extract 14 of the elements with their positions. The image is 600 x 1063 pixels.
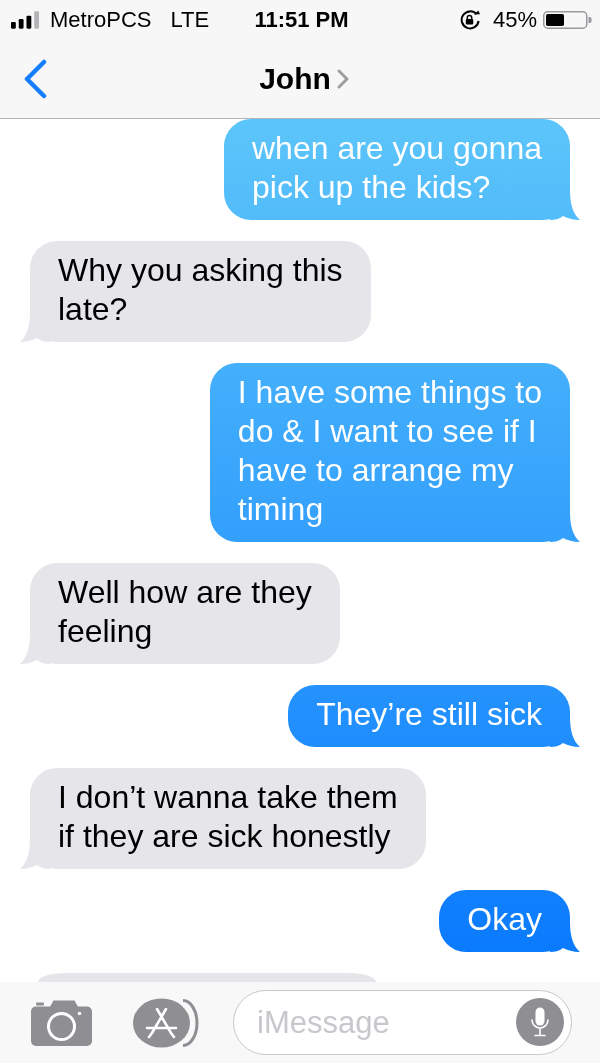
back-icon[interactable] [24,59,47,99]
signal-icon [11,11,40,29]
battery-percentage: 45% [492,7,537,33]
carrier-name: MetroPCS [50,7,152,33]
clock: 11:51 PM [254,7,349,33]
orientation-lock-icon [458,10,481,30]
chevron-right-icon [336,69,349,89]
contact-name-button[interactable]: John [259,62,349,96]
network-type: LTE [170,7,210,33]
battery-icon [543,11,592,29]
microphone-icon [531,1007,549,1037]
message-input-field[interactable]: iMessage [233,990,572,1055]
camera-icon[interactable] [31,999,92,1046]
apps-icon[interactable] [133,997,199,1048]
